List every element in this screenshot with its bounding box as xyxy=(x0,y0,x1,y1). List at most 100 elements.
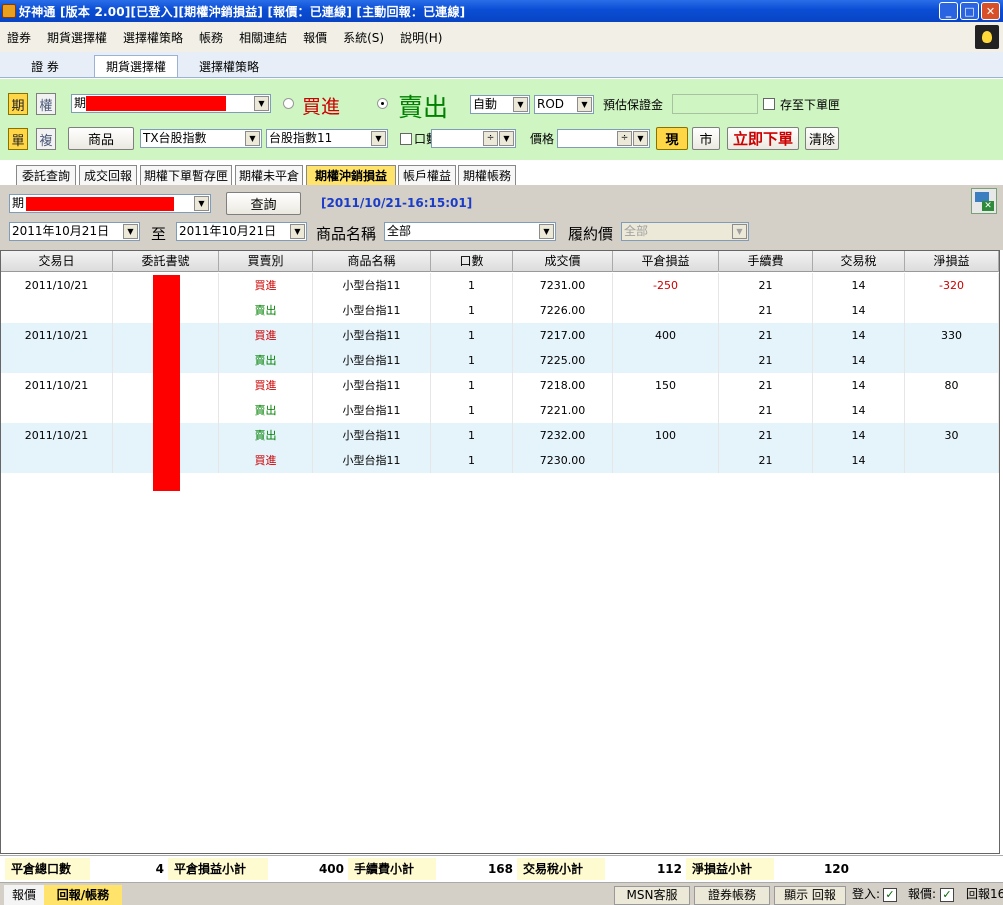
contract-select[interactable]: 台股指數11 ▼ xyxy=(266,129,388,148)
tab-order-draft[interactable]: 期權下單暫存匣 xyxy=(140,165,232,185)
submit-order-button[interactable]: 立即下單 xyxy=(727,127,799,150)
menu-system[interactable]: 系統(S) xyxy=(343,29,384,46)
tab-account-records[interactable]: 期權帳務 xyxy=(458,165,516,185)
table-cell: 7232.00 xyxy=(513,423,613,448)
qty-checkbox[interactable] xyxy=(400,133,412,145)
product-select[interactable]: TX台股指數 ▼ xyxy=(140,129,262,148)
table-row[interactable]: V 0賣出小型台指1117226.002114 xyxy=(1,298,999,323)
status-tab-reports[interactable]: 回報/帳務 xyxy=(44,885,122,905)
margin-label: 預估保證金 xyxy=(603,98,664,112)
table-cell: 400 xyxy=(613,323,719,348)
buy-radio[interactable] xyxy=(283,98,294,109)
column-header[interactable]: 手續費 xyxy=(719,251,813,272)
column-header[interactable]: 交易日 xyxy=(1,251,113,272)
table-cell: 1 xyxy=(431,348,513,373)
column-header[interactable]: 口數 xyxy=(431,251,513,272)
qty-stepper[interactable]: ÷ ▼ xyxy=(431,129,516,148)
order-panel: 期 權 期 ▼ 買進 賣出 自動 ▼ ROD ▼ 預估保證金 存至下單匣 單 複… xyxy=(0,79,1003,160)
query-button[interactable]: 查詢 xyxy=(226,192,301,215)
status-tab-quotes[interactable]: 報價 xyxy=(4,885,44,905)
table-row[interactable]: 2011/10/21V 0賣出小型台指1117232.00100211430 xyxy=(1,423,999,448)
date-from-value: 2011年10月21日 xyxy=(12,224,110,238)
chevron-down-icon: ▼ xyxy=(499,131,514,146)
table-cell: 14 xyxy=(813,323,905,348)
table-row[interactable]: V 0賣出小型台指1117221.002114 xyxy=(1,398,999,423)
table-row[interactable]: 2011/10/21V 0買進小型台指1117217.004002114330 xyxy=(1,323,999,348)
strike-value: 全部 xyxy=(624,224,649,238)
tab-offset-pnl[interactable]: 期權沖銷損益 xyxy=(306,165,396,185)
lightbulb-icon[interactable] xyxy=(975,25,999,49)
tab-open-positions[interactable]: 期權未平倉 xyxy=(235,165,303,185)
redaction-bar xyxy=(26,197,174,211)
auto-select[interactable]: 自動 ▼ xyxy=(470,95,530,114)
buy-label[interactable]: 買進 xyxy=(302,92,340,119)
date-from-select[interactable]: 2011年10月21日 ▼ xyxy=(9,222,140,241)
table-cell: 330 xyxy=(905,323,999,348)
sell-radio[interactable] xyxy=(377,98,388,109)
summary-label-net-pnl: 淨損益小計 xyxy=(686,858,774,880)
menu-help[interactable]: 說明(H) xyxy=(400,29,442,46)
table-row[interactable]: V 0賣出小型台指1117225.002114 xyxy=(1,348,999,373)
column-header[interactable]: 淨損益 xyxy=(905,251,999,272)
tab-futures-options[interactable]: 期貨選擇權 xyxy=(94,55,178,77)
tab-fill-report[interactable]: 成交回報 xyxy=(79,165,137,185)
single-mode-button[interactable]: 單 xyxy=(8,128,28,150)
options-mode-button[interactable]: 權 xyxy=(36,93,56,115)
column-header[interactable]: 交易稅 xyxy=(813,251,905,272)
rod-select[interactable]: ROD ▼ xyxy=(534,95,594,114)
table-row[interactable]: 2011/10/21V 0買進小型台指1117218.00150211480 xyxy=(1,373,999,398)
menu-accounts[interactable]: 帳務 xyxy=(199,29,223,46)
stepper-icon[interactable]: ÷ xyxy=(617,131,632,146)
table-cell: 買進 xyxy=(219,273,313,298)
product-name-select[interactable]: 全部 ▼ xyxy=(384,222,556,241)
rod-select-value: ROD xyxy=(537,97,565,111)
column-header[interactable]: 成交價 xyxy=(513,251,613,272)
current-price-button[interactable]: 現 xyxy=(656,127,688,150)
clear-button[interactable]: 清除 xyxy=(805,127,839,150)
tab-securities[interactable]: 證 券 xyxy=(5,55,85,77)
quote-status-check-icon: ✓ xyxy=(940,888,954,902)
combo-mode-button[interactable]: 複 xyxy=(36,128,56,150)
chevron-down-icon: ▼ xyxy=(732,224,747,239)
chevron-down-icon: ▼ xyxy=(539,224,554,239)
table-cell: 80 xyxy=(905,373,999,398)
msn-support-button[interactable]: MSN客服 xyxy=(614,886,690,905)
securities-accounts-button[interactable]: 證券帳務 xyxy=(694,886,770,905)
menu-links[interactable]: 相關連結 xyxy=(239,29,287,46)
close-button[interactable]: ✕ xyxy=(981,2,1000,20)
table-cell: 7218.00 xyxy=(513,373,613,398)
table-row[interactable]: 2011/10/21V 0買進小型台指1117231.00-2502114-32… xyxy=(1,273,999,298)
menu-futures-options[interactable]: 期貨選擇權 xyxy=(47,29,107,46)
column-header[interactable]: 平倉損益 xyxy=(613,251,719,272)
sell-label[interactable]: 賣出 xyxy=(398,88,448,124)
show-reports-button[interactable]: 顯示 回報 xyxy=(774,886,846,905)
tab-option-strategy[interactable]: 選擇權策略 xyxy=(186,55,272,77)
table-cell: 買進 xyxy=(219,373,313,398)
product-button[interactable]: 商品 xyxy=(68,127,134,150)
column-header[interactable]: 買賣別 xyxy=(219,251,313,272)
summary-label-total-lots: 平倉總口數 xyxy=(5,858,90,880)
tab-account-equity[interactable]: 帳戶權益 xyxy=(398,165,456,185)
maximize-button[interactable]: □ xyxy=(960,2,979,20)
market-price-button[interactable]: 市 xyxy=(692,127,720,150)
table-cell: 7226.00 xyxy=(513,298,613,323)
contract-select-value: 台股指數11 xyxy=(269,131,333,145)
minimize-button[interactable]: _ xyxy=(939,2,958,20)
table-cell: 1 xyxy=(431,298,513,323)
column-header[interactable]: 委託書號 xyxy=(113,251,219,272)
table-row[interactable]: V 0買進小型台指1117230.002114 xyxy=(1,448,999,473)
price-stepper[interactable]: ÷ ▼ xyxy=(557,129,650,148)
tab-order-query[interactable]: 委託查詢 xyxy=(16,165,76,185)
date-to-select[interactable]: 2011年10月21日 ▼ xyxy=(176,222,307,241)
menu-securities[interactable]: 證券 xyxy=(7,29,31,46)
column-header[interactable]: 商品名稱 xyxy=(313,251,431,272)
table-cell: 賣出 xyxy=(219,398,313,423)
save-to-draft-checkbox[interactable] xyxy=(763,98,775,110)
export-excel-icon[interactable]: ✕ xyxy=(971,188,997,214)
menu-option-strategy[interactable]: 選擇權策略 xyxy=(123,29,183,46)
date-to-label: 至 xyxy=(151,225,167,243)
futures-mode-button[interactable]: 期 xyxy=(8,93,28,115)
stepper-icon[interactable]: ÷ xyxy=(483,131,498,146)
menu-quotes[interactable]: 報價 xyxy=(303,29,327,46)
table-cell: 2011/10/21 xyxy=(1,423,113,448)
